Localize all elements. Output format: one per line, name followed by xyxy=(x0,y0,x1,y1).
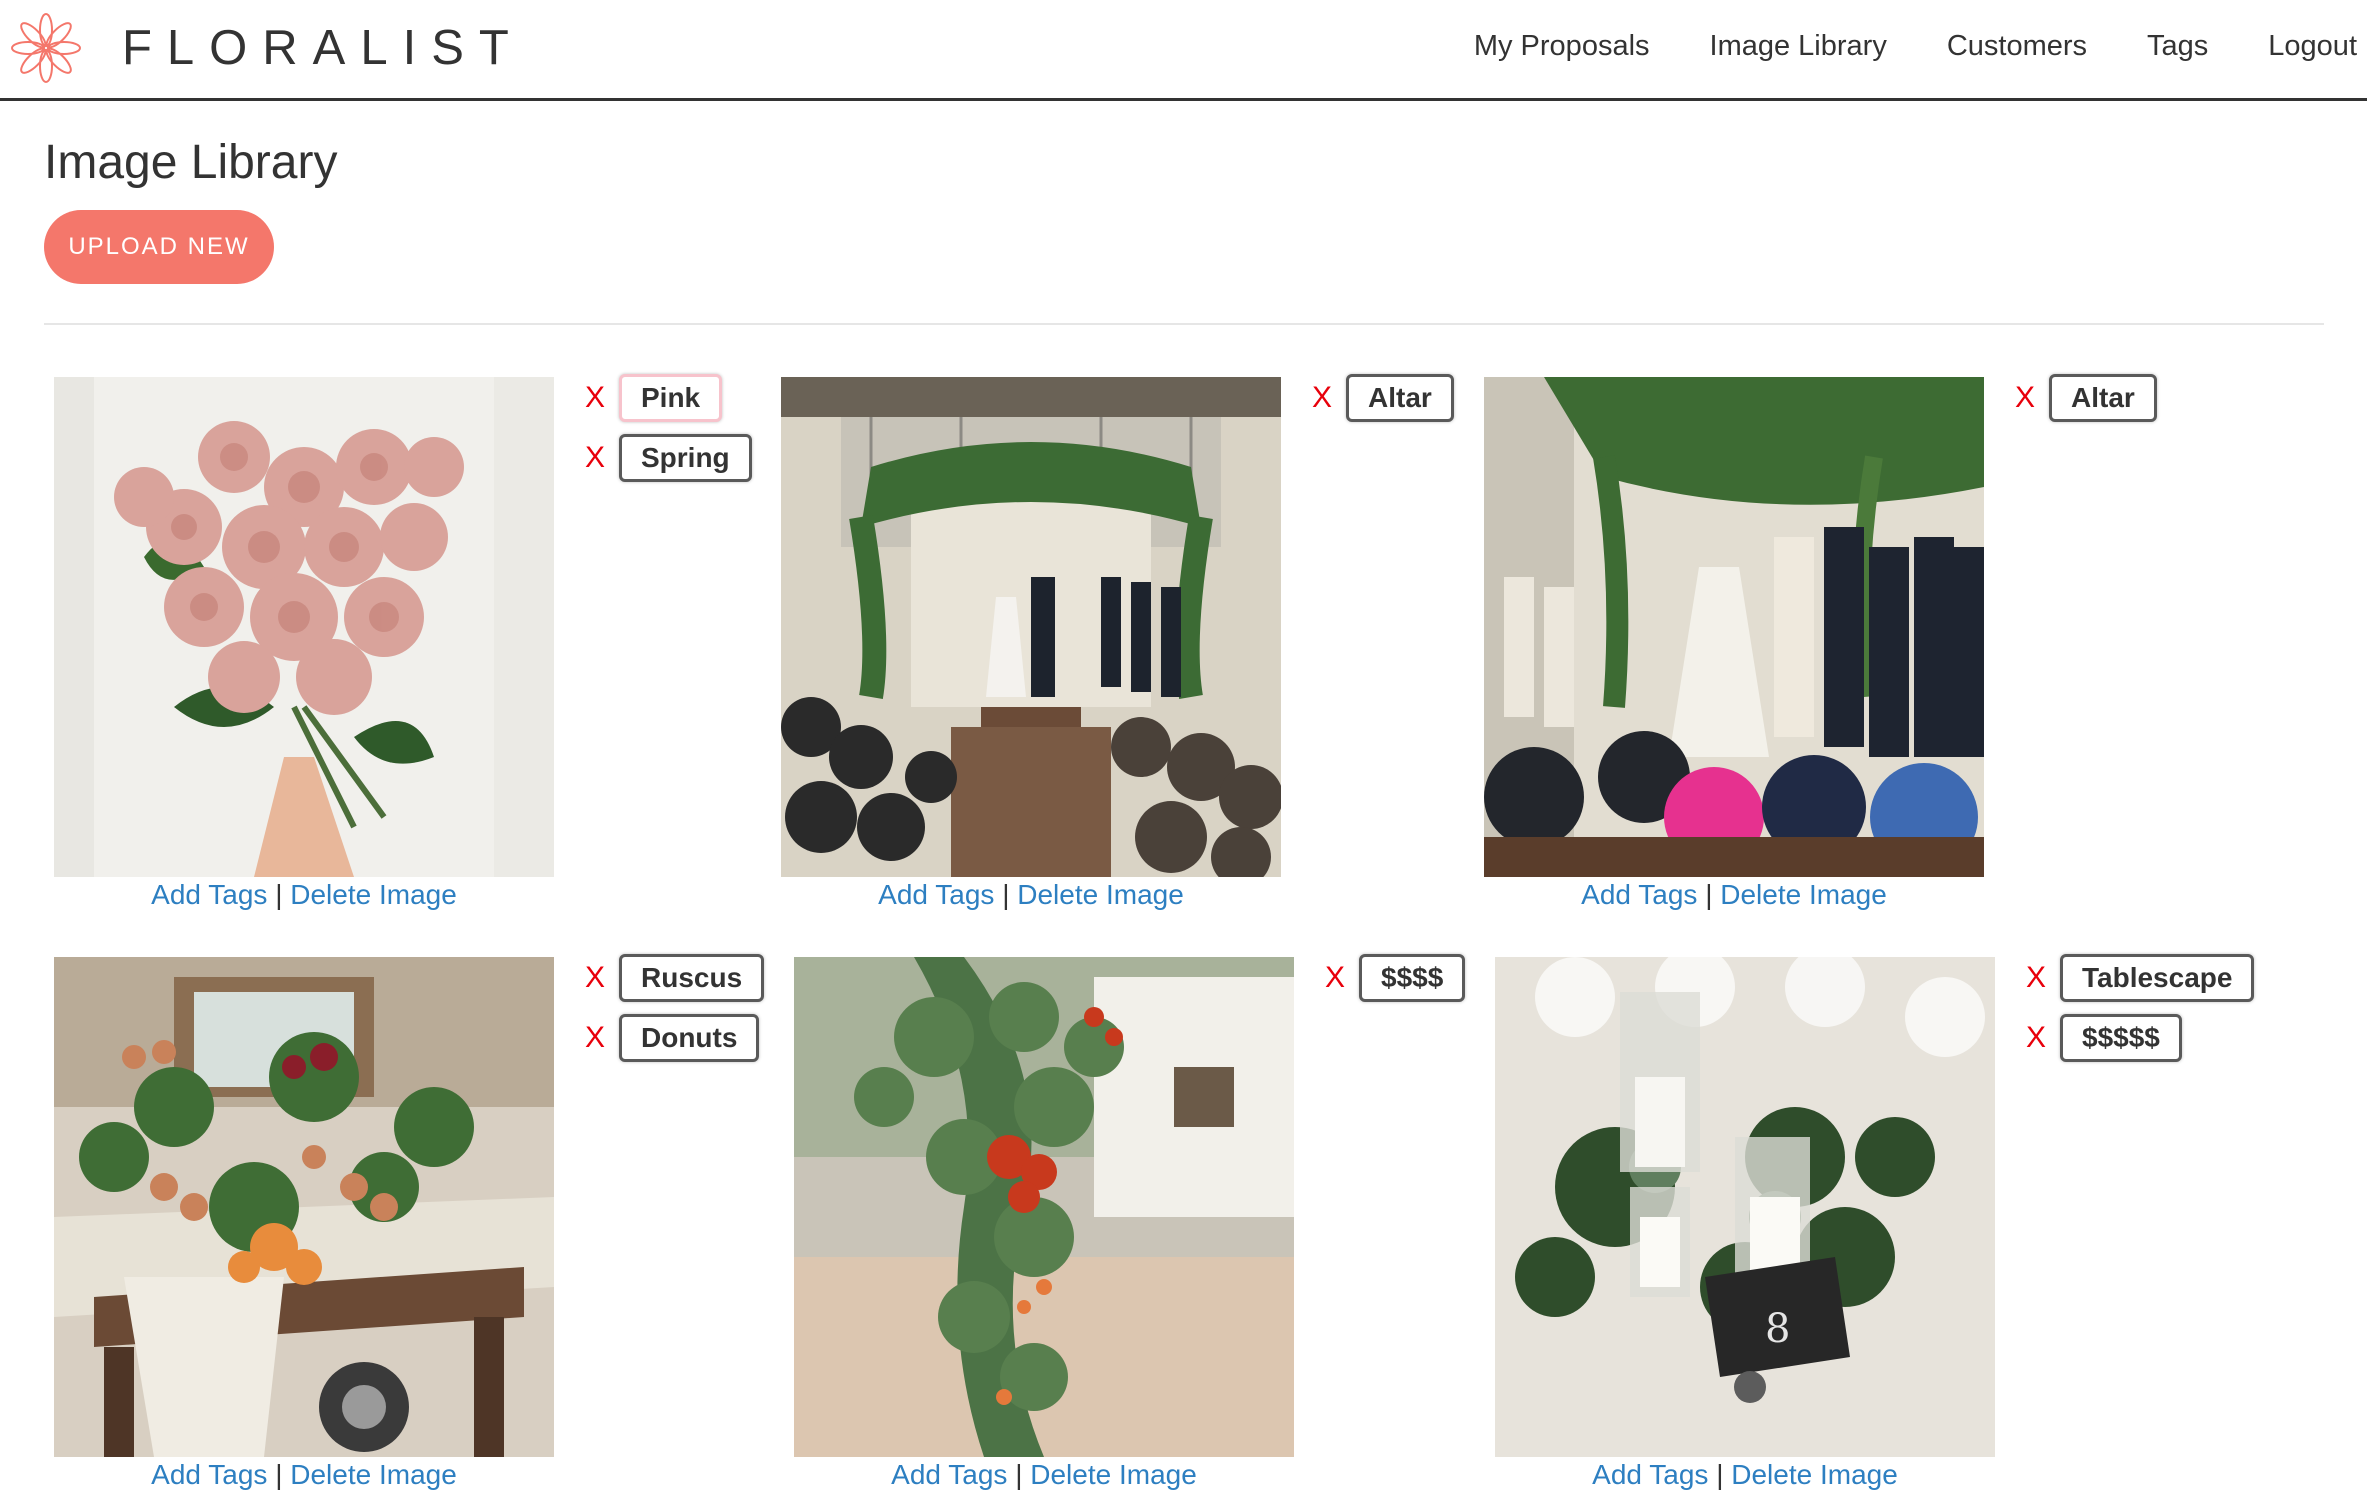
main-nav: My Proposals Image Library Customers Tag… xyxy=(1474,30,2367,63)
tag-label: Ruscus xyxy=(619,954,765,1002)
tag-label: Tablescape xyxy=(2060,954,2255,1002)
add-tags-link[interactable]: Add Tags xyxy=(878,879,994,910)
card-actions: Add Tags | Delete Image xyxy=(54,879,554,911)
tag-item: X Pink xyxy=(585,374,752,422)
nav-image-library[interactable]: Image Library xyxy=(1710,30,1887,63)
tag-item: X Donuts xyxy=(585,1014,764,1062)
remove-tag-icon[interactable]: X xyxy=(585,1021,619,1055)
delete-image-link[interactable]: Delete Image xyxy=(1731,1459,1898,1490)
tag-label: Pink xyxy=(619,374,723,422)
remove-tag-icon[interactable]: X xyxy=(2026,961,2060,995)
tag-list: X Ruscus X Donuts xyxy=(585,954,765,1074)
separator: | xyxy=(1716,1459,1724,1490)
tag-item: X Altar xyxy=(2015,374,2157,422)
tag-item: X Altar xyxy=(1312,374,1454,422)
image-donut-table[interactable] xyxy=(54,957,554,1457)
tag-label: Donuts xyxy=(619,1014,760,1062)
tag-list: X Altar xyxy=(2015,374,2157,434)
nav-tags[interactable]: Tags xyxy=(2147,30,2208,63)
remove-tag-icon[interactable]: X xyxy=(585,961,619,995)
remove-tag-icon[interactable]: X xyxy=(1312,381,1346,415)
delete-image-link[interactable]: Delete Image xyxy=(290,879,457,910)
separator: | xyxy=(275,879,283,910)
card-actions: Add Tags | Delete Image xyxy=(1484,879,1984,911)
tag-item: X $$$$ xyxy=(1325,954,1466,1002)
brand[interactable]: FLORALIST xyxy=(10,12,524,84)
tag-item: X Ruscus xyxy=(585,954,765,1002)
delete-image-link[interactable]: Delete Image xyxy=(1030,1459,1197,1490)
separator: | xyxy=(1002,879,1010,910)
remove-tag-icon[interactable]: X xyxy=(585,441,619,475)
separator: | xyxy=(275,1459,283,1490)
card-actions: Add Tags | Delete Image xyxy=(1495,1459,1995,1491)
image-pink-roses-bouquet[interactable] xyxy=(54,377,554,877)
upload-new-button[interactable]: UPLOAD NEW xyxy=(44,210,274,284)
flower-logo-icon xyxy=(11,13,81,83)
card-actions: Add Tags | Delete Image xyxy=(781,879,1281,911)
tag-label: Altar xyxy=(2049,374,2157,422)
tag-label: $$$$ xyxy=(1359,954,1466,1002)
tag-item: X Tablescape xyxy=(2026,954,2255,1002)
remove-tag-icon[interactable]: X xyxy=(1325,961,1359,995)
delete-image-link[interactable]: Delete Image xyxy=(290,1459,457,1490)
separator: | xyxy=(1705,879,1713,910)
tag-list: X $$$$ xyxy=(1325,954,1466,1014)
tag-label: $$$$$ xyxy=(2060,1014,2182,1062)
divider xyxy=(44,323,2324,325)
image-tablescape-candles[interactable]: 8 xyxy=(1495,957,1995,1457)
separator: | xyxy=(1015,1459,1023,1490)
navbar: FLORALIST My Proposals Image Library Cus… xyxy=(0,0,2367,101)
tag-item: X $$$$$ xyxy=(2026,1014,2254,1062)
image-wedding-altar-close[interactable] xyxy=(1484,377,1984,877)
delete-image-link[interactable]: Delete Image xyxy=(1720,879,1887,910)
image-floral-pillar[interactable] xyxy=(794,957,1294,1457)
page: FLORALIST My Proposals Image Library Cus… xyxy=(0,0,2367,1496)
nav-my-proposals[interactable]: My Proposals xyxy=(1474,30,1650,63)
add-tags-link[interactable]: Add Tags xyxy=(151,879,267,910)
tag-item: X Spring xyxy=(585,434,752,482)
remove-tag-icon[interactable]: X xyxy=(2015,381,2049,415)
remove-tag-icon[interactable]: X xyxy=(585,381,619,415)
page-title: Image Library xyxy=(44,136,338,189)
svg-text:8: 8 xyxy=(1765,1306,1790,1352)
add-tags-link[interactable]: Add Tags xyxy=(1592,1459,1708,1490)
tag-list: X Pink X Spring xyxy=(585,374,752,494)
remove-tag-icon[interactable]: X xyxy=(2026,1021,2060,1055)
nav-customers[interactable]: Customers xyxy=(1947,30,2087,63)
image-wedding-ceremony[interactable] xyxy=(781,377,1281,877)
add-tags-link[interactable]: Add Tags xyxy=(151,1459,267,1490)
tag-list: X Altar xyxy=(1312,374,1454,434)
card-actions: Add Tags | Delete Image xyxy=(54,1459,554,1491)
card-actions: Add Tags | Delete Image xyxy=(794,1459,1294,1491)
add-tags-link[interactable]: Add Tags xyxy=(891,1459,1007,1490)
nav-logout[interactable]: Logout xyxy=(2268,30,2357,63)
add-tags-link[interactable]: Add Tags xyxy=(1581,879,1697,910)
tag-label: Spring xyxy=(619,434,752,482)
delete-image-link[interactable]: Delete Image xyxy=(1017,879,1184,910)
tag-label: Altar xyxy=(1346,374,1454,422)
brand-name: FLORALIST xyxy=(122,21,524,75)
tag-list: X Tablescape X $$$$$ xyxy=(2026,954,2255,1074)
